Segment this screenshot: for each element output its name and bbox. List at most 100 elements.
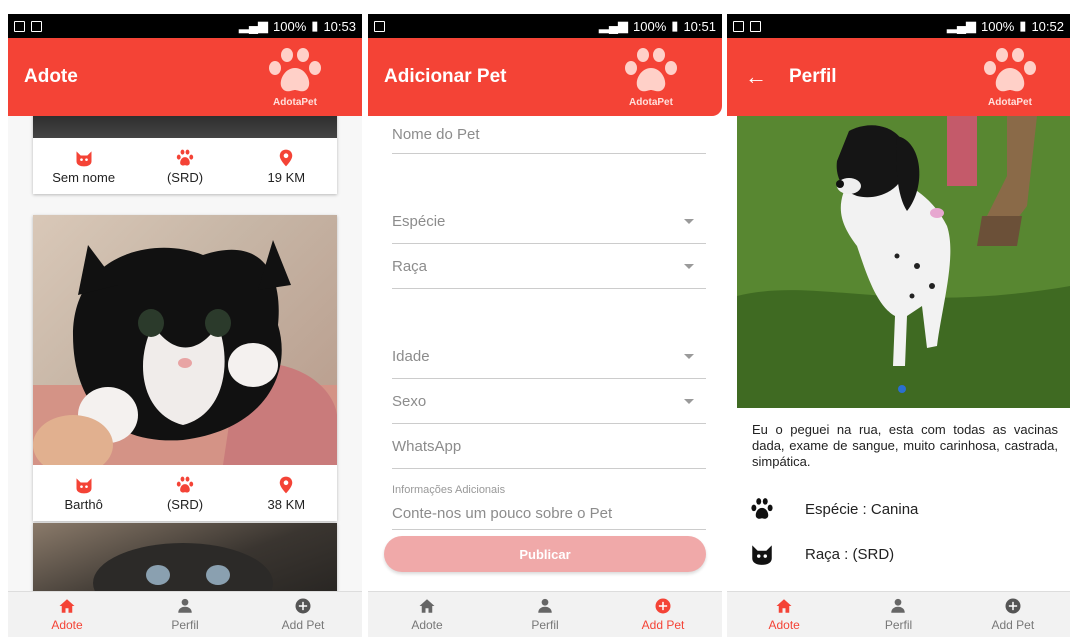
adote-screen: ▂▄▆ 100% ▮ 10:53 Adote AdotaPet Sem nome [8,14,362,637]
bottom-nav: Adote Perfil Add Pet [727,591,1070,637]
pet-card[interactable]: Sem nome (SRD) 19 KM [33,116,337,194]
pet-photo [33,215,337,465]
age-select[interactable]: Idade [392,334,706,379]
sex-placeholder: Sexo [392,392,427,410]
status-bar: ▂▄▆ 100% ▮ 10:51 [368,14,722,38]
home-icon [776,599,792,613]
pet-feed[interactable]: Sem nome (SRD) 19 KM Barthô (SRD) 38 KM [8,116,362,591]
gallery-icon [733,20,744,32]
sex-select[interactable]: Sexo [392,379,706,424]
paw-icon [176,476,194,493]
cat-icon [76,477,92,493]
person-icon [538,598,552,613]
plus-circle-icon [295,598,311,614]
bottom-nav: Adote Perfil Add Pet [368,591,722,637]
pet-photo [33,116,337,138]
dropdown-caret-icon [684,353,694,359]
pet-name-field[interactable]: Nome do Pet [392,116,706,154]
extra-info-placeholder: Conte-nos um pouco sobre o Pet [392,505,613,522]
dog-photo [737,116,1070,408]
person-icon [178,598,192,613]
species-select[interactable]: Espécie [392,200,706,244]
app-logo: AdotaPet [616,46,686,108]
whatsapp-placeholder: WhatsApp [392,437,462,455]
add-pet-screen: ▂▄▆ 100% ▮ 10:51 Adicionar Pet AdotaPet Nom… [368,14,722,637]
extra-info-label: Informações Adicionais [392,484,506,496]
pet-breed: (SRD) [166,169,204,185]
pet-name-placeholder: Nome do Pet [392,126,480,143]
signal-icon: ▂▄▆ [598,18,629,33]
pet-card[interactable] [33,523,337,591]
nav-adote[interactable]: Adote [727,592,841,637]
logo-text: AdotaPet [273,97,317,108]
pet-name-col: Barthô [33,465,134,521]
nav-adote[interactable]: Adote [368,592,486,637]
publish-button[interactable]: Publicar [384,536,706,572]
home-icon [419,599,435,613]
app-logo: AdotaPet [975,46,1045,108]
breed-select[interactable]: Raça [392,244,706,289]
battery-level: 100% [633,18,667,34]
nav-label: Adote [51,618,83,632]
paw-logo-icon [984,48,1036,92]
nav-label: Adote [768,618,800,632]
page-title: Perfil [789,66,837,87]
pet-breed-col: (SRD) [134,465,235,521]
cat-icon [752,545,772,565]
app-bar: ← Perfil AdotaPet [727,38,1070,116]
page-title: Adicionar Pet [384,66,507,87]
breed-row: Raça : (SRD) [749,541,1060,567]
pet-description: Eu o peguei na rua, esta com todas as va… [752,422,1058,469]
pet-distance-col: 38 KM [236,465,337,521]
species-placeholder: Espécie [392,213,446,230]
status-bar: ▂▄▆ 100% ▮ 10:52 [727,14,1070,38]
plus-circle-icon [655,598,671,614]
nav-add-pet[interactable]: Add Pet [604,592,722,637]
breed-text: Raça : (SRD) [805,545,895,563]
app-bar: Adote AdotaPet [8,38,362,116]
battery-icon: ▮ [311,18,319,33]
location-pin-icon [280,476,293,493]
nav-add-pet[interactable]: Add Pet [244,592,362,637]
cat-icon [76,150,92,166]
battery-icon: ▮ [671,18,679,33]
clock: 10:53 [323,18,356,34]
pet-distance: 19 KM [267,169,306,185]
bottom-nav: Adote Perfil Add Pet [8,591,362,637]
nav-add-pet[interactable]: Add Pet [956,592,1070,637]
dropdown-caret-icon [684,263,694,269]
nav-perfil[interactable]: Perfil [126,592,244,637]
gallery-icon [14,20,25,32]
nav-perfil[interactable]: Perfil [486,592,604,637]
app-logo: AdotaPet [260,46,330,108]
extra-info-field[interactable]: Conte-nos um pouco sobre o Pet [392,498,706,530]
kitten-photo [33,240,337,465]
nav-label: Perfil [884,618,913,632]
breed-placeholder: Raça [392,257,428,275]
app-bar: Adicionar Pet AdotaPet [368,38,722,116]
nav-label: Perfil [531,618,559,632]
pet-breed-col: (SRD) [134,138,235,194]
dropdown-caret-icon [684,219,694,224]
age-placeholder: Idade [392,347,430,365]
dropdown-caret-icon [684,398,694,404]
back-arrow-icon[interactable]: ← [727,64,771,90]
nav-perfil[interactable]: Perfil [841,592,955,637]
pet-photo [737,116,1070,408]
nav-label: Add Pet [641,618,685,632]
nav-label: Perfil [171,618,199,632]
paw-logo-icon [625,48,677,92]
species-row: Espécie : Canina [749,496,1060,522]
battery-icon: ▮ [1019,18,1027,33]
nav-label: Adote [411,618,443,632]
location-pin-icon [280,149,293,166]
pet-card[interactable]: Barthô (SRD) 38 KM [33,215,337,521]
pet-info-row: Barthô (SRD) 38 KM [33,465,337,521]
whatsapp-field[interactable]: WhatsApp [392,424,706,469]
nav-adote[interactable]: Adote [8,592,126,637]
logo-text: AdotaPet [988,97,1032,108]
cat-photo [93,543,273,591]
plus-circle-icon [1005,598,1021,614]
pet-name-col: Sem nome [33,138,134,194]
clock: 10:51 [683,18,716,34]
